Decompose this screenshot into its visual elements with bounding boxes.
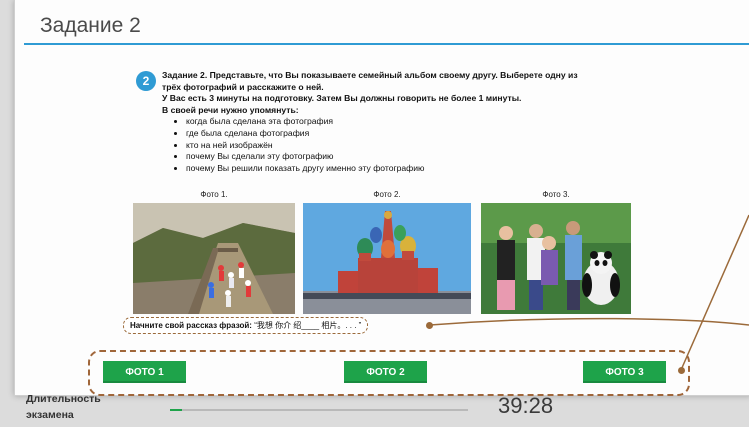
task-bullet-list: когда была сделана эта фотография где бы… — [162, 116, 662, 174]
page-title: Задание 2 — [40, 14, 141, 37]
task-line: В своей речи нужно упомянуть: — [162, 104, 299, 115]
photo-1-caption: Фото 1. — [200, 190, 228, 199]
annotation-dot — [678, 367, 685, 374]
exam-duration-label-line: экзамена — [26, 409, 74, 421]
annotation-dot — [426, 322, 433, 329]
task-bullet: когда была сделана эта фотография — [186, 116, 662, 128]
task-bullet: почему Вы сделали эту фотографию — [186, 151, 662, 163]
exam-progress-fill — [170, 409, 182, 411]
photo-1-button[interactable]: ФОТО 1 — [103, 361, 186, 383]
task-number-badge: 2 — [136, 71, 156, 91]
task-line: трёх фотографий и расскажите о ней. — [162, 81, 324, 92]
exam-progress-bar — [170, 409, 468, 411]
task-bullet: где была сделана фотография — [186, 128, 662, 140]
exam-duration-label: Длительность экзамена — [26, 391, 101, 423]
photo-2-button[interactable]: ФОТО 2 — [344, 361, 427, 383]
photo-2-caption: Фото 2. — [373, 190, 401, 199]
task-bullet: кто на ней изображён — [186, 140, 662, 152]
task-line: У Вас есть 3 минуты на подготовку. Затем… — [162, 93, 522, 104]
starter-phrase-value: “我想 你介 绍____ 相片。. . . ” — [254, 321, 362, 330]
task-instructions: Задание 2. Представьте, что Вы показывае… — [162, 70, 662, 174]
task-bullet: почему Вы решили показать другу именно э… — [186, 163, 662, 175]
exam-duration-label-line: Длительность — [26, 393, 101, 405]
photo-3-caption: Фото 3. — [542, 190, 570, 199]
exam-timer: 39:28 — [498, 393, 554, 418]
title-divider — [24, 43, 749, 45]
moscow-cathedral-photo — [303, 203, 471, 314]
starter-phrase-label: Начните свой рассказ фразой: — [130, 321, 252, 330]
great-wall-photo — [133, 203, 295, 314]
photo-3-button[interactable]: ФОТО 3 — [583, 361, 666, 383]
group-with-panda-photo — [481, 203, 631, 314]
task-line: Задание 2. Представьте, что Вы показывае… — [162, 70, 578, 80]
starter-phrase-box: Начните свой рассказ фразой: “我想 你介 绍___… — [123, 317, 369, 334]
